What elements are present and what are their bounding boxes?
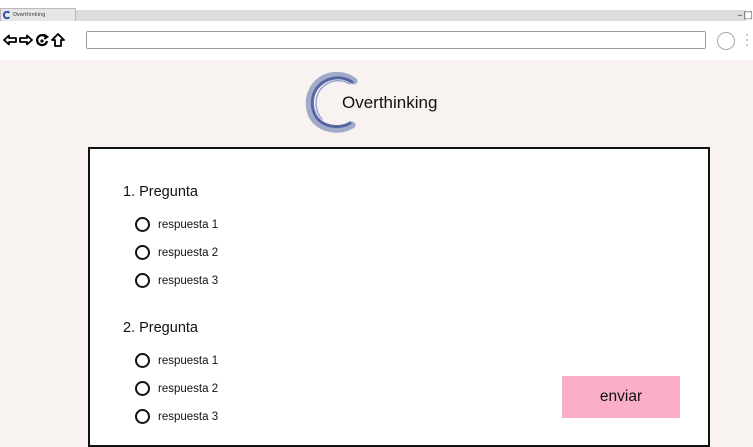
favicon-icon [3, 11, 11, 19]
menu-dots-icon[interactable] [746, 34, 748, 46]
browser-tab[interactable]: Overthinking [0, 8, 76, 21]
option-label: respuesta 2 [158, 246, 219, 259]
answer-option[interactable]: respuesta 3 [135, 409, 218, 424]
forward-button[interactable] [18, 32, 34, 48]
radio-button[interactable] [135, 273, 150, 288]
back-arrow-icon [3, 34, 17, 46]
submit-button[interactable]: enviar [562, 376, 680, 418]
answer-option[interactable]: respuesta 1 [135, 353, 218, 368]
reload-button[interactable] [34, 32, 50, 48]
answer-option[interactable]: respuesta 2 [135, 245, 218, 260]
option-label: respuesta 3 [158, 410, 219, 423]
option-label: respuesta 1 [158, 218, 219, 231]
maximize-button[interactable]: □ [744, 10, 753, 21]
option-label: respuesta 2 [158, 382, 219, 395]
browser-nav-bar [0, 21, 753, 60]
browser-tab-bar: Overthinking – □ [0, 0, 753, 21]
forward-arrow-icon [19, 34, 33, 46]
tab-strip [76, 10, 746, 21]
question-title: 1. Pregunta [123, 184, 198, 200]
radio-button[interactable] [135, 409, 150, 424]
home-button[interactable] [50, 32, 66, 48]
radio-button[interactable] [135, 381, 150, 396]
home-arrow-icon [51, 33, 65, 47]
reload-icon [35, 33, 49, 47]
radio-button[interactable] [135, 353, 150, 368]
radio-button[interactable] [135, 217, 150, 232]
go-button[interactable] [717, 32, 735, 50]
question-title: 2. Pregunta [123, 320, 198, 336]
nav-buttons [2, 32, 66, 48]
window-controls: – □ [738, 10, 753, 21]
minimize-button[interactable]: – [738, 10, 743, 21]
quiz-card: 1. Pregunta respuesta 1 respuesta 2 resp… [88, 147, 710, 447]
back-button[interactable] [2, 32, 18, 48]
brand-name: Overthinking [342, 93, 438, 112]
option-label: respuesta 1 [158, 354, 219, 367]
address-bar[interactable] [86, 31, 706, 49]
option-label: respuesta 3 [158, 274, 219, 287]
site-header: Overthinking [302, 70, 437, 134]
answer-option[interactable]: respuesta 1 [135, 217, 218, 232]
answer-option[interactable]: respuesta 2 [135, 381, 218, 396]
tab-title: Overthinking [13, 12, 46, 18]
answer-option[interactable]: respuesta 3 [135, 273, 218, 288]
radio-button[interactable] [135, 245, 150, 260]
